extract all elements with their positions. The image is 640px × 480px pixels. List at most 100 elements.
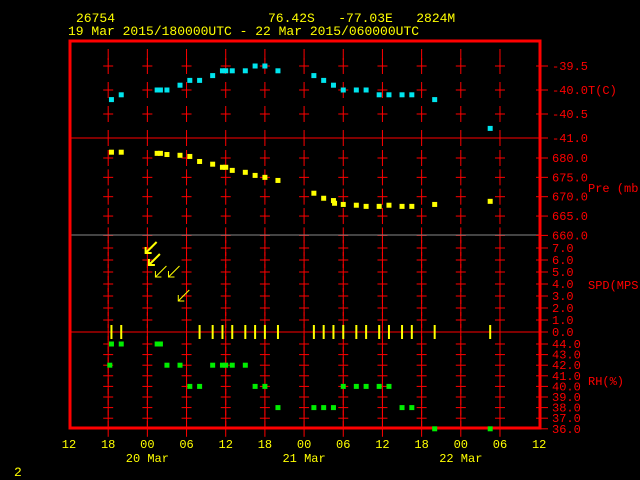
y-tick-label: 680.0 — [552, 152, 588, 166]
rh-point — [363, 383, 369, 389]
temperature-point — [321, 77, 327, 83]
rh-point — [177, 362, 183, 368]
temperature-point — [340, 87, 346, 93]
x-tick-label: 12 — [62, 438, 76, 452]
rh-point — [330, 405, 336, 411]
temperature-point — [275, 68, 281, 74]
rh-point — [376, 383, 382, 389]
rh-point — [311, 405, 317, 411]
temperature-point — [386, 92, 392, 98]
temperature-point — [363, 87, 369, 93]
y-tick-label: -40.0 — [552, 84, 588, 98]
x-tick-label: 18 — [414, 438, 428, 452]
unit-label-temperature: T(C) — [588, 84, 617, 98]
temperature-point — [187, 77, 193, 83]
x-tick-label: 06 — [336, 438, 350, 452]
rh-point — [386, 383, 392, 389]
temperature-point — [399, 92, 405, 98]
y-tick-label: 675.0 — [552, 171, 588, 185]
pressure-point — [311, 190, 317, 196]
rh-point — [409, 405, 415, 411]
x-tick-label: 12 — [219, 438, 233, 452]
rh-point — [432, 426, 438, 432]
rh-point — [275, 405, 281, 411]
rh-point — [340, 383, 346, 389]
temperature-point — [432, 97, 438, 103]
temperature-point — [118, 92, 124, 98]
x-tick-label: 18 — [258, 438, 272, 452]
temperature-point — [311, 73, 317, 79]
temperature-point — [330, 82, 336, 88]
rh-point — [164, 362, 170, 368]
temperature-point — [164, 87, 170, 93]
pressure-point — [108, 149, 114, 155]
temperature-point — [223, 68, 229, 74]
pressure-point — [177, 152, 183, 158]
temperature-point — [252, 63, 258, 69]
pressure-point — [262, 174, 268, 180]
rh-point — [242, 362, 248, 368]
pressure-point — [223, 164, 229, 170]
pressure-point — [409, 203, 415, 209]
temperature-point — [210, 73, 216, 79]
temperature-point — [157, 87, 163, 93]
rh-point — [262, 383, 268, 389]
temperature-point — [197, 77, 203, 83]
pressure-point — [321, 195, 327, 201]
x-tick-label: 00 — [140, 438, 154, 452]
unit-label-wind: SPD(MPS) — [588, 279, 640, 293]
temperature-point — [262, 63, 268, 69]
rh-point — [353, 383, 359, 389]
temperature-point — [229, 68, 235, 74]
y-tick-label: -39.5 — [552, 60, 588, 74]
temperature-point — [376, 92, 382, 98]
pressure-point — [275, 177, 281, 183]
rh-point — [107, 362, 113, 368]
y-tick-label: -41.0 — [552, 132, 588, 146]
rh-point — [197, 383, 203, 389]
x-tick-label: 18 — [101, 438, 115, 452]
temperature-point — [353, 87, 359, 93]
rh-point — [321, 405, 327, 411]
rh-point — [399, 405, 405, 411]
x-tick-label: 00 — [297, 438, 311, 452]
pressure-point — [164, 152, 170, 158]
rh-point — [108, 341, 114, 347]
rh-point — [487, 426, 493, 432]
rh-point — [252, 383, 258, 389]
pressure-point — [487, 198, 493, 204]
x-tick-label: 00 — [454, 438, 468, 452]
y-tick-label: 665.0 — [552, 210, 588, 224]
day-label: 20 Mar — [126, 452, 169, 466]
pressure-point — [386, 202, 392, 208]
pressure-point — [187, 153, 193, 159]
y-tick-label: 36.0 — [552, 423, 581, 437]
pressure-point — [332, 200, 338, 206]
temperature-point — [177, 82, 183, 88]
x-tick-label: 06 — [179, 438, 193, 452]
pressure-point — [252, 172, 258, 178]
rh-point — [157, 341, 163, 347]
pressure-point — [229, 167, 235, 173]
x-tick-label: 06 — [493, 438, 507, 452]
pressure-point — [242, 169, 248, 175]
pressure-point — [118, 149, 124, 155]
pressure-point — [340, 201, 346, 207]
x-tick-label: 12 — [375, 438, 389, 452]
wind-arrow — [168, 265, 180, 278]
meteogram-chart: -39.5 -40.0 -40.5 -41.0 680.0 675.0 670.0 665.0… — [62, 39, 640, 466]
temperature-point — [487, 125, 493, 131]
day-label: 21 Mar — [282, 452, 325, 466]
rh-point — [210, 362, 216, 368]
rh-point — [187, 383, 193, 389]
temperature-point — [409, 92, 415, 98]
temperature-point — [242, 68, 248, 74]
pressure-point — [399, 203, 405, 209]
pressure-point — [363, 203, 369, 209]
pressure-point — [157, 150, 163, 156]
y-tick-label: -40.5 — [552, 108, 588, 122]
day-label: 22 Mar — [439, 452, 482, 466]
pressure-point — [210, 161, 216, 167]
rh-point — [118, 341, 124, 347]
unit-label-pressure: Pre (mb) — [588, 182, 640, 196]
